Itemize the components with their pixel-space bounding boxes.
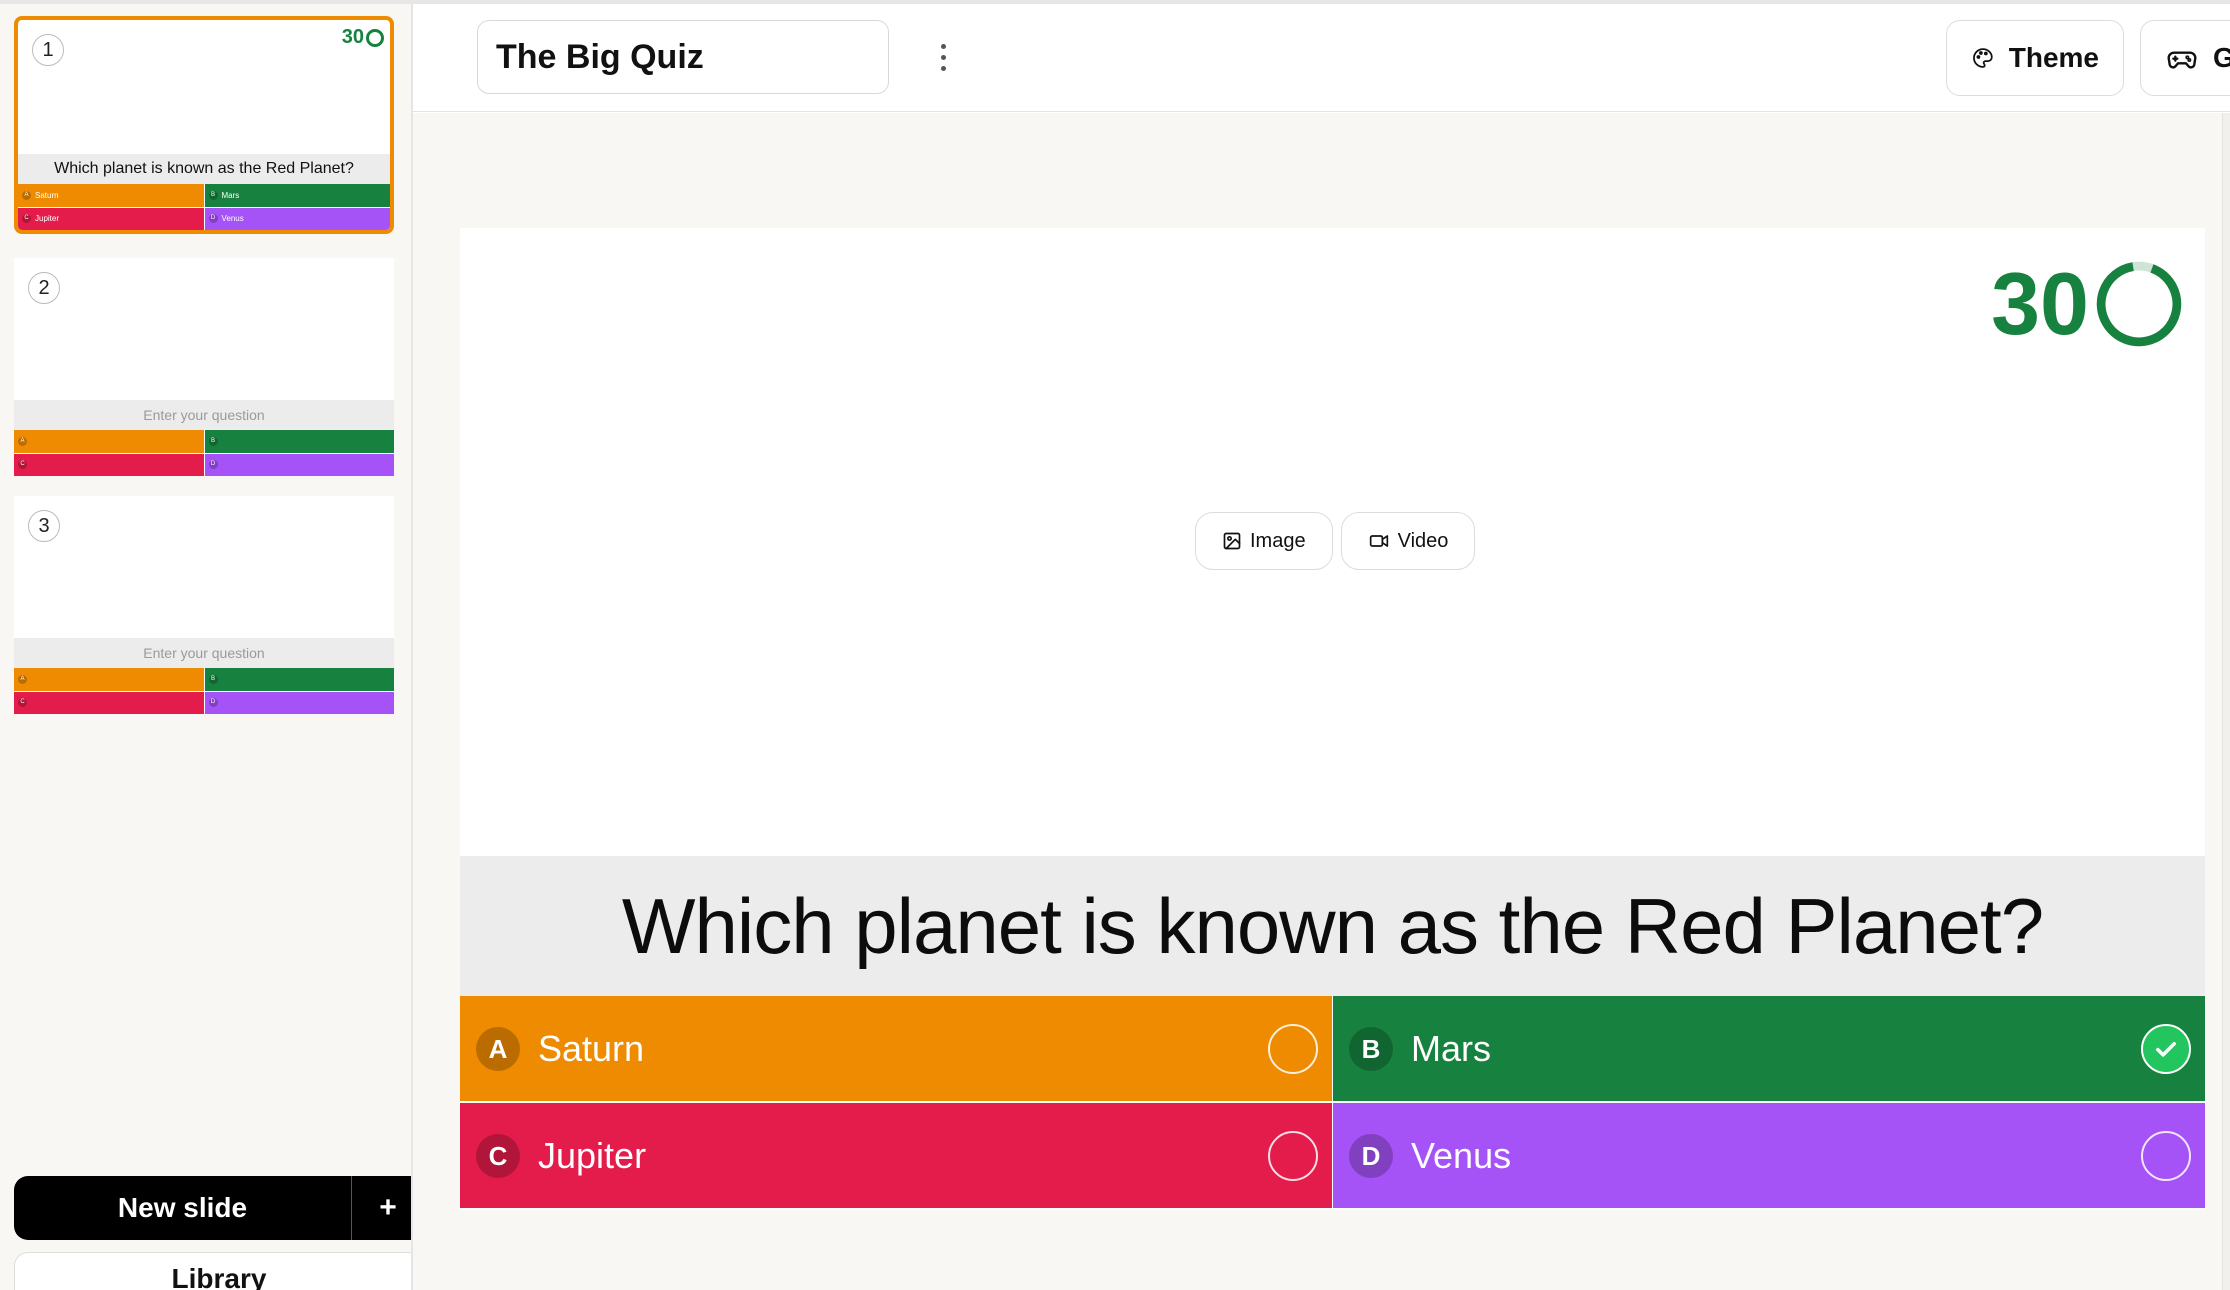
library-button[interactable]: Library bbox=[14, 1252, 424, 1290]
thumbnail-answers: A Saturn B Mars C Jupiter D Venus bbox=[18, 184, 390, 230]
answer-letter-badge: A bbox=[476, 1026, 520, 1071]
answer-letter-badge: D bbox=[1349, 1133, 1393, 1178]
thumbnail-answers: A B C D bbox=[14, 430, 394, 476]
thumbnail-answers: A B C D bbox=[14, 668, 394, 714]
game-button-label: Ga bbox=[2213, 42, 2230, 73]
slide-thumbnail-3[interactable]: 3 Enter your question A B C D bbox=[14, 496, 394, 714]
thumbnail-question-placeholder: Enter your question bbox=[14, 638, 394, 668]
question-timer[interactable]: 30 bbox=[1991, 260, 2183, 348]
slide-number-badge: 2 bbox=[28, 272, 60, 304]
answer-text[interactable]: Jupiter bbox=[538, 1135, 646, 1177]
slide-thumbnail-1[interactable]: 1 30 Which planet is known as the Red Pl… bbox=[14, 16, 394, 234]
answer-text[interactable]: Mars bbox=[1411, 1028, 1491, 1070]
thumbnail-answer-d: D Venus bbox=[204, 207, 390, 230]
slide-number-badge: 1 bbox=[32, 34, 64, 66]
thumbnail-answer-d: D bbox=[204, 691, 394, 714]
video-button-label: Video bbox=[1397, 529, 1449, 552]
game-button[interactable]: Ga bbox=[2140, 20, 2230, 96]
answer-letter-badge: B bbox=[1349, 1026, 1393, 1071]
timer-ring-icon bbox=[2096, 261, 2182, 347]
more-options-icon[interactable] bbox=[923, 30, 963, 84]
answer-text[interactable]: Venus bbox=[1411, 1135, 1511, 1177]
answer-grid: A Saturn B Mars C Jupiter D Venus bbox=[460, 996, 2205, 1210]
image-icon bbox=[1223, 532, 1241, 550]
theme-button-label: Theme bbox=[2008, 42, 2099, 73]
thumbnail-question-placeholder: Enter your question bbox=[14, 400, 394, 430]
timer-ring-icon bbox=[366, 28, 384, 47]
right-panel-edge bbox=[2222, 113, 2230, 1290]
new-slide-button[interactable]: New slide bbox=[14, 1176, 352, 1240]
thumbnail-answer-b: B bbox=[204, 430, 394, 453]
video-icon bbox=[1369, 535, 1388, 547]
theme-button[interactable]: Theme bbox=[1946, 20, 2124, 96]
slide-thumbnail-list[interactable]: 1 30 Which planet is known as the Red Pl… bbox=[0, 4, 412, 1159]
gamepad-icon bbox=[2167, 51, 2197, 69]
thumbnail-answer-b: B Mars bbox=[204, 184, 390, 207]
answer-d[interactable]: D Venus bbox=[1333, 1103, 2205, 1208]
slide-number-badge: 3 bbox=[28, 510, 60, 542]
answer-text[interactable]: Saturn bbox=[538, 1028, 644, 1070]
media-buttons: Image Video bbox=[1195, 512, 1476, 570]
slide-thumbnail-2[interactable]: 2 Enter your question A B C D bbox=[14, 258, 394, 476]
slide-canvas: 30 Image Video Which planet is known as … bbox=[460, 228, 2205, 1210]
mark-correct-toggle[interactable] bbox=[1268, 1023, 1318, 1074]
image-button-label: Image bbox=[1250, 529, 1306, 552]
quiz-title-input[interactable] bbox=[477, 20, 889, 94]
thumbnail-answer-c: C bbox=[14, 691, 204, 714]
thumbnail-timer: 30 bbox=[342, 26, 384, 49]
slide-sidebar: 1 30 Which planet is known as the Red Pl… bbox=[0, 4, 424, 1290]
editor-header: Theme Ga bbox=[413, 4, 2230, 112]
thumbnail-question: Which planet is known as the Red Planet? bbox=[18, 154, 390, 184]
mark-correct-toggle[interactable] bbox=[2141, 1130, 2191, 1181]
thumbnail-answer-d: D bbox=[204, 453, 394, 476]
thumbnail-answer-a: A bbox=[14, 430, 204, 453]
thumbnail-answer-a: A Saturn bbox=[18, 184, 204, 207]
mark-correct-toggle[interactable] bbox=[1268, 1130, 1318, 1181]
answer-b[interactable]: B Mars bbox=[1333, 996, 2205, 1101]
answer-a[interactable]: A Saturn bbox=[460, 996, 1332, 1101]
checkmark-icon bbox=[2156, 1041, 2176, 1057]
mark-correct-toggle[interactable] bbox=[2141, 1023, 2191, 1074]
add-video-button[interactable]: Video bbox=[1340, 512, 1476, 570]
thumbnail-timer-value: 30 bbox=[341, 26, 364, 48]
thumbnail-answer-c: C Jupiter bbox=[18, 207, 204, 230]
new-slide-button-group: New slide + bbox=[14, 1176, 424, 1240]
palette-icon bbox=[1973, 48, 1993, 68]
add-image-button[interactable]: Image bbox=[1195, 512, 1333, 570]
answer-c[interactable]: C Jupiter bbox=[460, 1103, 1332, 1208]
timer-value: 30 bbox=[1991, 254, 2089, 353]
question-text[interactable]: Which planet is known as the Red Planet? bbox=[460, 856, 2205, 996]
thumbnail-answer-b: B bbox=[204, 668, 394, 691]
thumbnail-answer-a: A bbox=[14, 668, 204, 691]
thumbnail-answer-c: C bbox=[14, 453, 204, 476]
answer-letter-badge: C bbox=[476, 1133, 520, 1178]
